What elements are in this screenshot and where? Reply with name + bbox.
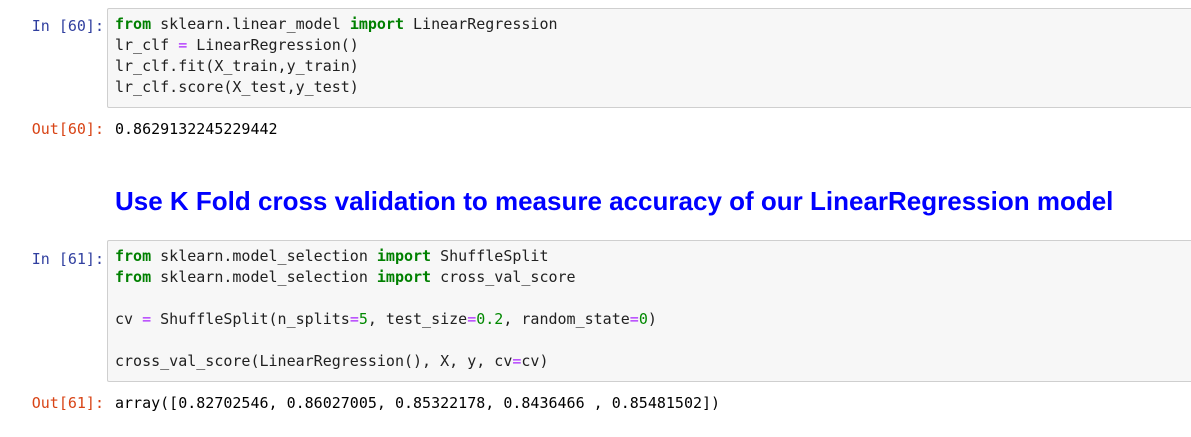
blank-code-line [115, 288, 1185, 309]
code-line: cross_val_score(LinearRegression(), X, y… [115, 352, 549, 370]
markdown-heading: Use K Fold cross validation to measure a… [115, 186, 1114, 216]
code-line: lr_clf = LinearRegression() [115, 36, 359, 54]
output-text: array([0.82702546, 0.86027005, 0.8532217… [115, 394, 721, 412]
code-line: from sklearn.linear_model import LinearR… [115, 15, 558, 33]
input-prompt: In [60]: [31, 17, 104, 35]
code-line: lr_clf.fit(X_train,y_train) [115, 57, 359, 75]
code-line: lr_clf.score(X_test,y_test) [115, 78, 359, 96]
code-editor[interactable]: from sklearn.model_selection import Shuf… [107, 240, 1191, 382]
code-line: cv = ShuffleSplit(n_splits=5, test_size=… [115, 310, 657, 328]
output-prompt: Out[60]: [31, 120, 104, 138]
code-line: from sklearn.model_selection import cros… [115, 268, 576, 286]
output-text: 0.8629132245229442 [115, 120, 278, 138]
code-editor[interactable]: from sklearn.linear_model import LinearR… [107, 8, 1191, 108]
output-prompt: Out[61]: [31, 394, 104, 412]
code-line: from sklearn.model_selection import Shuf… [115, 247, 549, 265]
blank-code-line [115, 330, 1185, 351]
input-prompt: In [61]: [31, 250, 104, 268]
